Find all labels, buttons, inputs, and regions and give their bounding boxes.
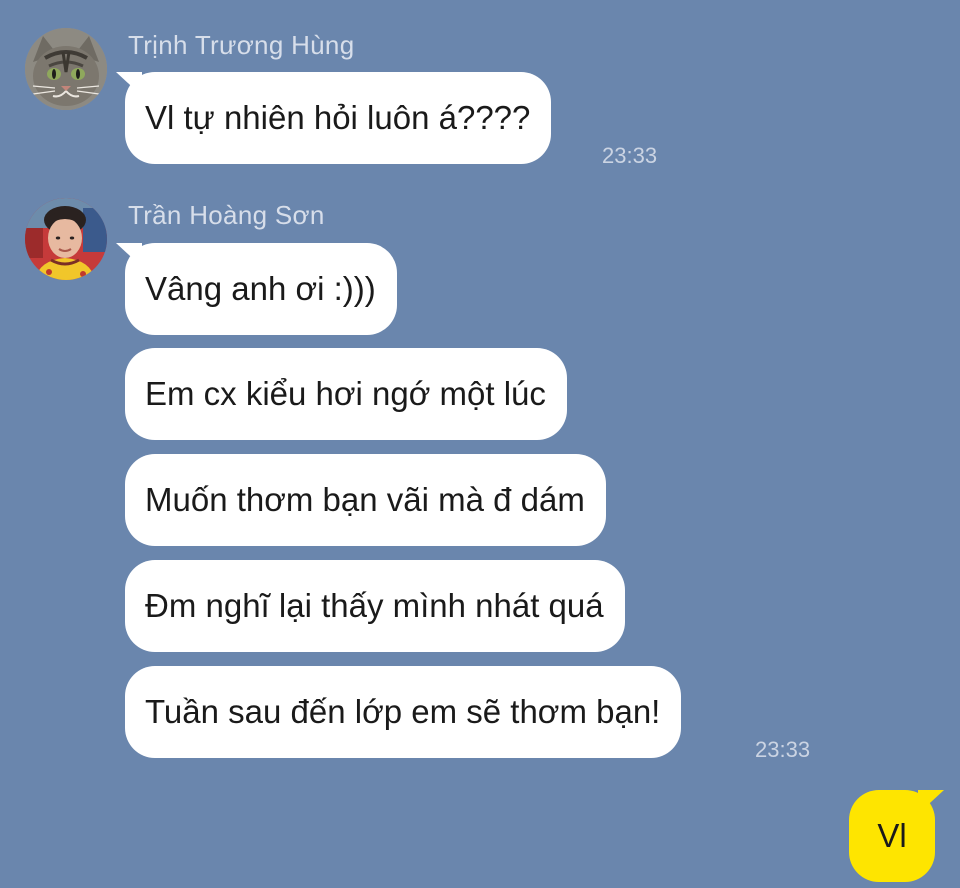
message-bubble[interactable]: Vâng anh ơi :))) [125, 243, 397, 335]
chat-thread: Trịnh Trương Hùng Vl tự nhiên hỏi luôn á… [0, 0, 960, 888]
sender-name: Trịnh Trương Hùng [128, 30, 355, 60]
message-bubble[interactable]: Vl tự nhiên hỏi luôn á???? [125, 72, 552, 164]
person-avatar-icon[interactable] [25, 198, 107, 280]
message-timestamp: 23:33 [602, 143, 658, 168]
message-bubble[interactable]: Đm nghĩ lại thấy mình nhát quá [125, 560, 625, 652]
message-bubble[interactable]: Em cx kiểu hơi ngớ một lúc [125, 348, 567, 440]
message-bubble[interactable]: Muốn thơm bạn vãi mà đ dám [125, 454, 606, 546]
message-timestamp: 23:33 [755, 737, 811, 762]
message-bubble[interactable]: Tuần sau đến lớp em sẽ thơm bạn! [125, 666, 682, 758]
sender-name: Trần Hoàng Sơn [128, 200, 325, 230]
outgoing-message-bubble[interactable]: Vl [849, 790, 935, 882]
cat-avatar-icon[interactable] [25, 28, 107, 110]
